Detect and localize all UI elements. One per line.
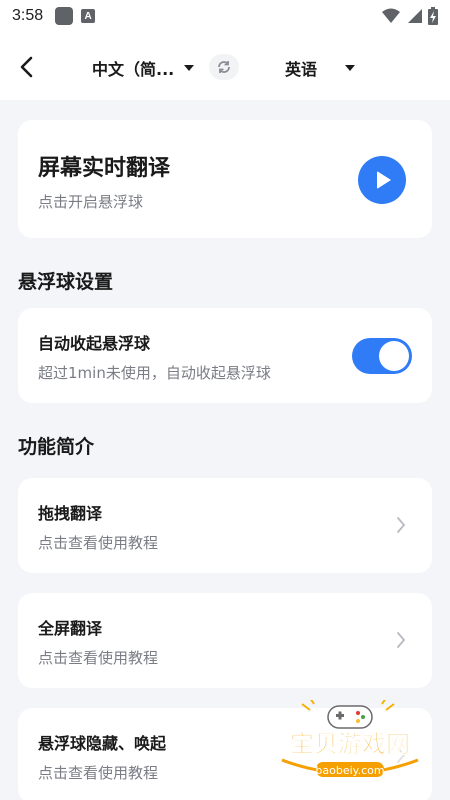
chevron-right-icon: [397, 632, 406, 648]
start-float-ball-button[interactable]: [358, 156, 406, 204]
feature-item-title: 悬浮球隐藏、唤起: [38, 734, 167, 753]
status-time: 3:58: [12, 7, 44, 24]
source-language-label: 中文（简...: [92, 60, 175, 79]
main-content: 屏幕实时翻译 点击开启悬浮球 悬浮球设置 自动收起悬浮球 超过1min未使用，自…: [0, 100, 450, 800]
target-language-select[interactable]: 英语: [285, 56, 356, 80]
wifi-icon: [382, 8, 400, 23]
caret-down-icon: [345, 65, 356, 71]
screen-translate-subtitle: 点击开启悬浮球: [38, 193, 144, 211]
swap-languages-button[interactable]: [209, 54, 239, 80]
toggle-knob: [379, 341, 409, 371]
feature-item-title: 拖拽翻译: [38, 504, 103, 523]
swap-icon: [218, 61, 230, 73]
screen-translate-title: 屏幕实时翻译: [38, 156, 171, 181]
target-language-label: 英语: [285, 60, 318, 79]
float-settings-heading: 悬浮球设置: [18, 271, 114, 293]
top-bar: 中文（简... 英语: [0, 32, 450, 100]
auto-collapse-card: 自动收起悬浮球 超过1min未使用，自动收起悬浮球: [18, 308, 432, 403]
features-heading: 功能简介: [18, 436, 95, 458]
feature-item-subtitle: 点击查看使用教程: [38, 649, 159, 667]
app-icon: [55, 7, 74, 25]
auto-collapse-subtitle: 超过1min未使用，自动收起悬浮球: [38, 364, 271, 382]
feature-item-title: 全屏翻译: [38, 619, 103, 638]
auto-collapse-title: 自动收起悬浮球: [38, 334, 151, 353]
screen-translate-card[interactable]: 屏幕实时翻译 点击开启悬浮球: [18, 120, 432, 238]
auto-collapse-toggle[interactable]: [352, 338, 412, 374]
chevron-right-icon: [397, 747, 406, 763]
feature-item-float-ball-hide[interactable]: 悬浮球隐藏、唤起 点击查看使用教程: [18, 708, 432, 800]
feature-item-subtitle: 点击查看使用教程: [38, 534, 159, 552]
signal-icon: [408, 9, 422, 23]
source-language-select[interactable]: 中文（简...: [92, 56, 195, 80]
battery-icon: [428, 7, 438, 25]
a-icon: A: [81, 9, 96, 23]
feature-item-subtitle: 点击查看使用教程: [38, 764, 159, 782]
back-arrow-icon: [20, 56, 33, 78]
status-bar: 3:58 A: [0, 0, 450, 32]
status-right-icons: [382, 7, 438, 25]
feature-item-fullscreen-translate[interactable]: 全屏翻译 点击查看使用教程: [18, 593, 432, 688]
feature-item-drag-translate[interactable]: 拖拽翻译 点击查看使用教程: [18, 478, 432, 573]
back-button[interactable]: [12, 52, 42, 82]
chevron-right-icon: [397, 517, 406, 533]
caret-down-icon: [184, 65, 195, 71]
play-icon: [377, 171, 391, 189]
